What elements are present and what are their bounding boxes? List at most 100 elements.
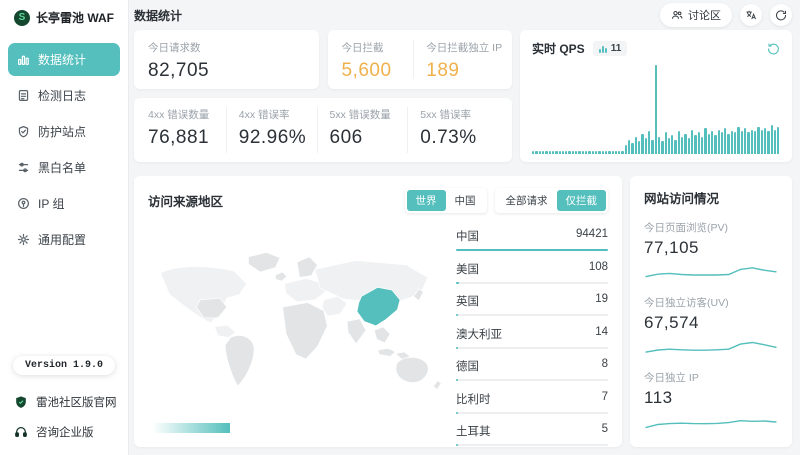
blocked-ips-value: 189	[426, 60, 498, 82]
qps-bar	[635, 137, 637, 154]
qps-bar	[559, 151, 561, 154]
safeline-logo-icon: S	[14, 10, 30, 26]
sidebar-item-2[interactable]: 防护站点	[8, 115, 120, 148]
stat-5xx-rate-value: 0.73%	[420, 127, 498, 149]
site-metrics: 今日页面浏览(PV) 77,105 今日独立访客(UV) 67,574 今日独立…	[644, 207, 778, 432]
qps-bar	[691, 130, 693, 154]
link-label: 雷池社区版官网	[36, 394, 117, 410]
qps-bar	[615, 151, 617, 154]
stat-4xx-count-label: 4xx 错误数量	[148, 107, 226, 122]
metric-value: 113	[644, 388, 778, 408]
country-row-0[interactable]: 中国 94421	[456, 225, 608, 251]
country-bar	[456, 444, 458, 446]
qps-bar	[727, 134, 729, 154]
gear-icon	[17, 233, 30, 246]
country-row-1[interactable]: 美国 108	[456, 258, 608, 284]
blocked-ips-label: 今日拦截独立 IP	[426, 40, 498, 55]
scope-option-1[interactable]: 中国	[446, 190, 485, 211]
sidebar-item-label: 数据统计	[38, 51, 86, 68]
qps-bar	[668, 138, 670, 154]
requests-card: 今日请求数 82,705	[134, 30, 319, 89]
country-bar-track	[456, 314, 608, 316]
qps-bar	[602, 151, 604, 154]
country-bar-track	[456, 249, 608, 251]
qps-bar	[718, 130, 720, 154]
sparkline-chart	[644, 410, 778, 432]
qps-bar	[661, 141, 663, 154]
qps-bar	[734, 132, 736, 154]
country-bar-track	[456, 282, 608, 284]
scope-option-0[interactable]: 世界	[407, 190, 446, 211]
world-map[interactable]	[148, 213, 444, 437]
link-label: 咨询企业版	[36, 424, 94, 440]
site-visits-card: 网站访问情况 今日页面浏览(PV) 77,105 今日独立访客(UV) 67,5…	[630, 176, 792, 447]
qps-bar	[641, 134, 643, 154]
country-row-4[interactable]: 德国 8	[456, 355, 608, 381]
qps-bar	[592, 151, 594, 154]
country-bar-track	[456, 412, 608, 414]
qps-bar	[701, 137, 703, 154]
qps-bar	[714, 135, 716, 154]
page-title: 数据统计	[134, 7, 182, 24]
country-row-5[interactable]: 比利时 7	[456, 388, 608, 414]
qps-bar	[771, 125, 773, 154]
qps-bar	[674, 140, 676, 154]
qps-bar	[575, 151, 577, 154]
qps-bar	[694, 135, 696, 154]
sparkline-chart	[644, 335, 778, 357]
sidebar-item-1[interactable]: 检测日志	[8, 79, 120, 112]
country-bar	[456, 379, 458, 381]
headset-icon	[14, 425, 28, 439]
country-row-6[interactable]: 土耳其 5	[456, 420, 608, 446]
logout-button[interactable]	[770, 4, 792, 26]
sidebar-item-3[interactable]: 黑白名单	[8, 151, 120, 184]
stat-4xx-rate-value: 92.96%	[239, 127, 317, 149]
country-name: 比利时	[456, 391, 491, 407]
country-name: 德国	[456, 358, 479, 374]
stat-4xx-count-value: 76,881	[148, 127, 226, 149]
qps-bar-chart	[532, 65, 780, 154]
qps-bar	[737, 127, 739, 154]
country-name: 土耳其	[456, 423, 491, 439]
app-title: 长亭雷池 WAF	[36, 9, 114, 26]
qps-bar	[708, 134, 710, 154]
blacklist-icon	[17, 161, 30, 174]
shield-check-icon	[17, 125, 30, 138]
qps-bar	[545, 151, 547, 154]
qps-bar	[767, 131, 769, 154]
site-visits-title: 网站访问情况	[644, 188, 778, 207]
country-value: 7	[602, 391, 608, 407]
enterprise-link[interactable]: 咨询企业版	[0, 417, 128, 447]
qps-bar	[688, 138, 690, 154]
country-bar	[456, 347, 458, 349]
sidebar-item-0[interactable]: 数据统计	[8, 43, 120, 76]
community-site-link[interactable]: 雷池社区版官网	[0, 387, 128, 417]
qps-bar	[721, 132, 723, 154]
qps-bar	[542, 151, 544, 154]
qps-card: 实时 QPS 11	[520, 30, 792, 162]
requests-label: 今日请求数	[148, 40, 305, 55]
qps-bar	[588, 151, 590, 154]
qps-bar	[751, 130, 753, 154]
country-ranking-list: 中国 94421 美国 108 英国 19 澳大利亚 14 德国	[456, 213, 608, 437]
qps-history-button[interactable]	[767, 42, 780, 55]
filter-option-1[interactable]: 仅拦截	[557, 190, 607, 211]
qps-bar	[621, 151, 623, 154]
country-name: 澳大利亚	[456, 326, 502, 342]
translate-icon	[745, 9, 757, 21]
country-bar	[456, 282, 459, 284]
site-metric-2: 今日独立 IP 113	[644, 370, 778, 432]
forum-button[interactable]: 讨论区	[660, 3, 732, 27]
qps-bar	[774, 130, 776, 154]
country-row-3[interactable]: 澳大利亚 14	[456, 323, 608, 349]
filter-option-0[interactable]: 全部请求	[497, 190, 557, 211]
country-row-2[interactable]: 英国 19	[456, 290, 608, 316]
qps-bar	[562, 151, 564, 154]
country-value: 108	[589, 261, 608, 277]
qps-bar	[698, 132, 700, 154]
sidebar-item-5[interactable]: 通用配置	[8, 223, 120, 256]
map-gradient-legend	[152, 423, 230, 433]
translate-button[interactable]	[740, 4, 762, 26]
qps-bar	[754, 131, 756, 154]
sidebar-item-4[interactable]: IP 组	[8, 187, 120, 220]
